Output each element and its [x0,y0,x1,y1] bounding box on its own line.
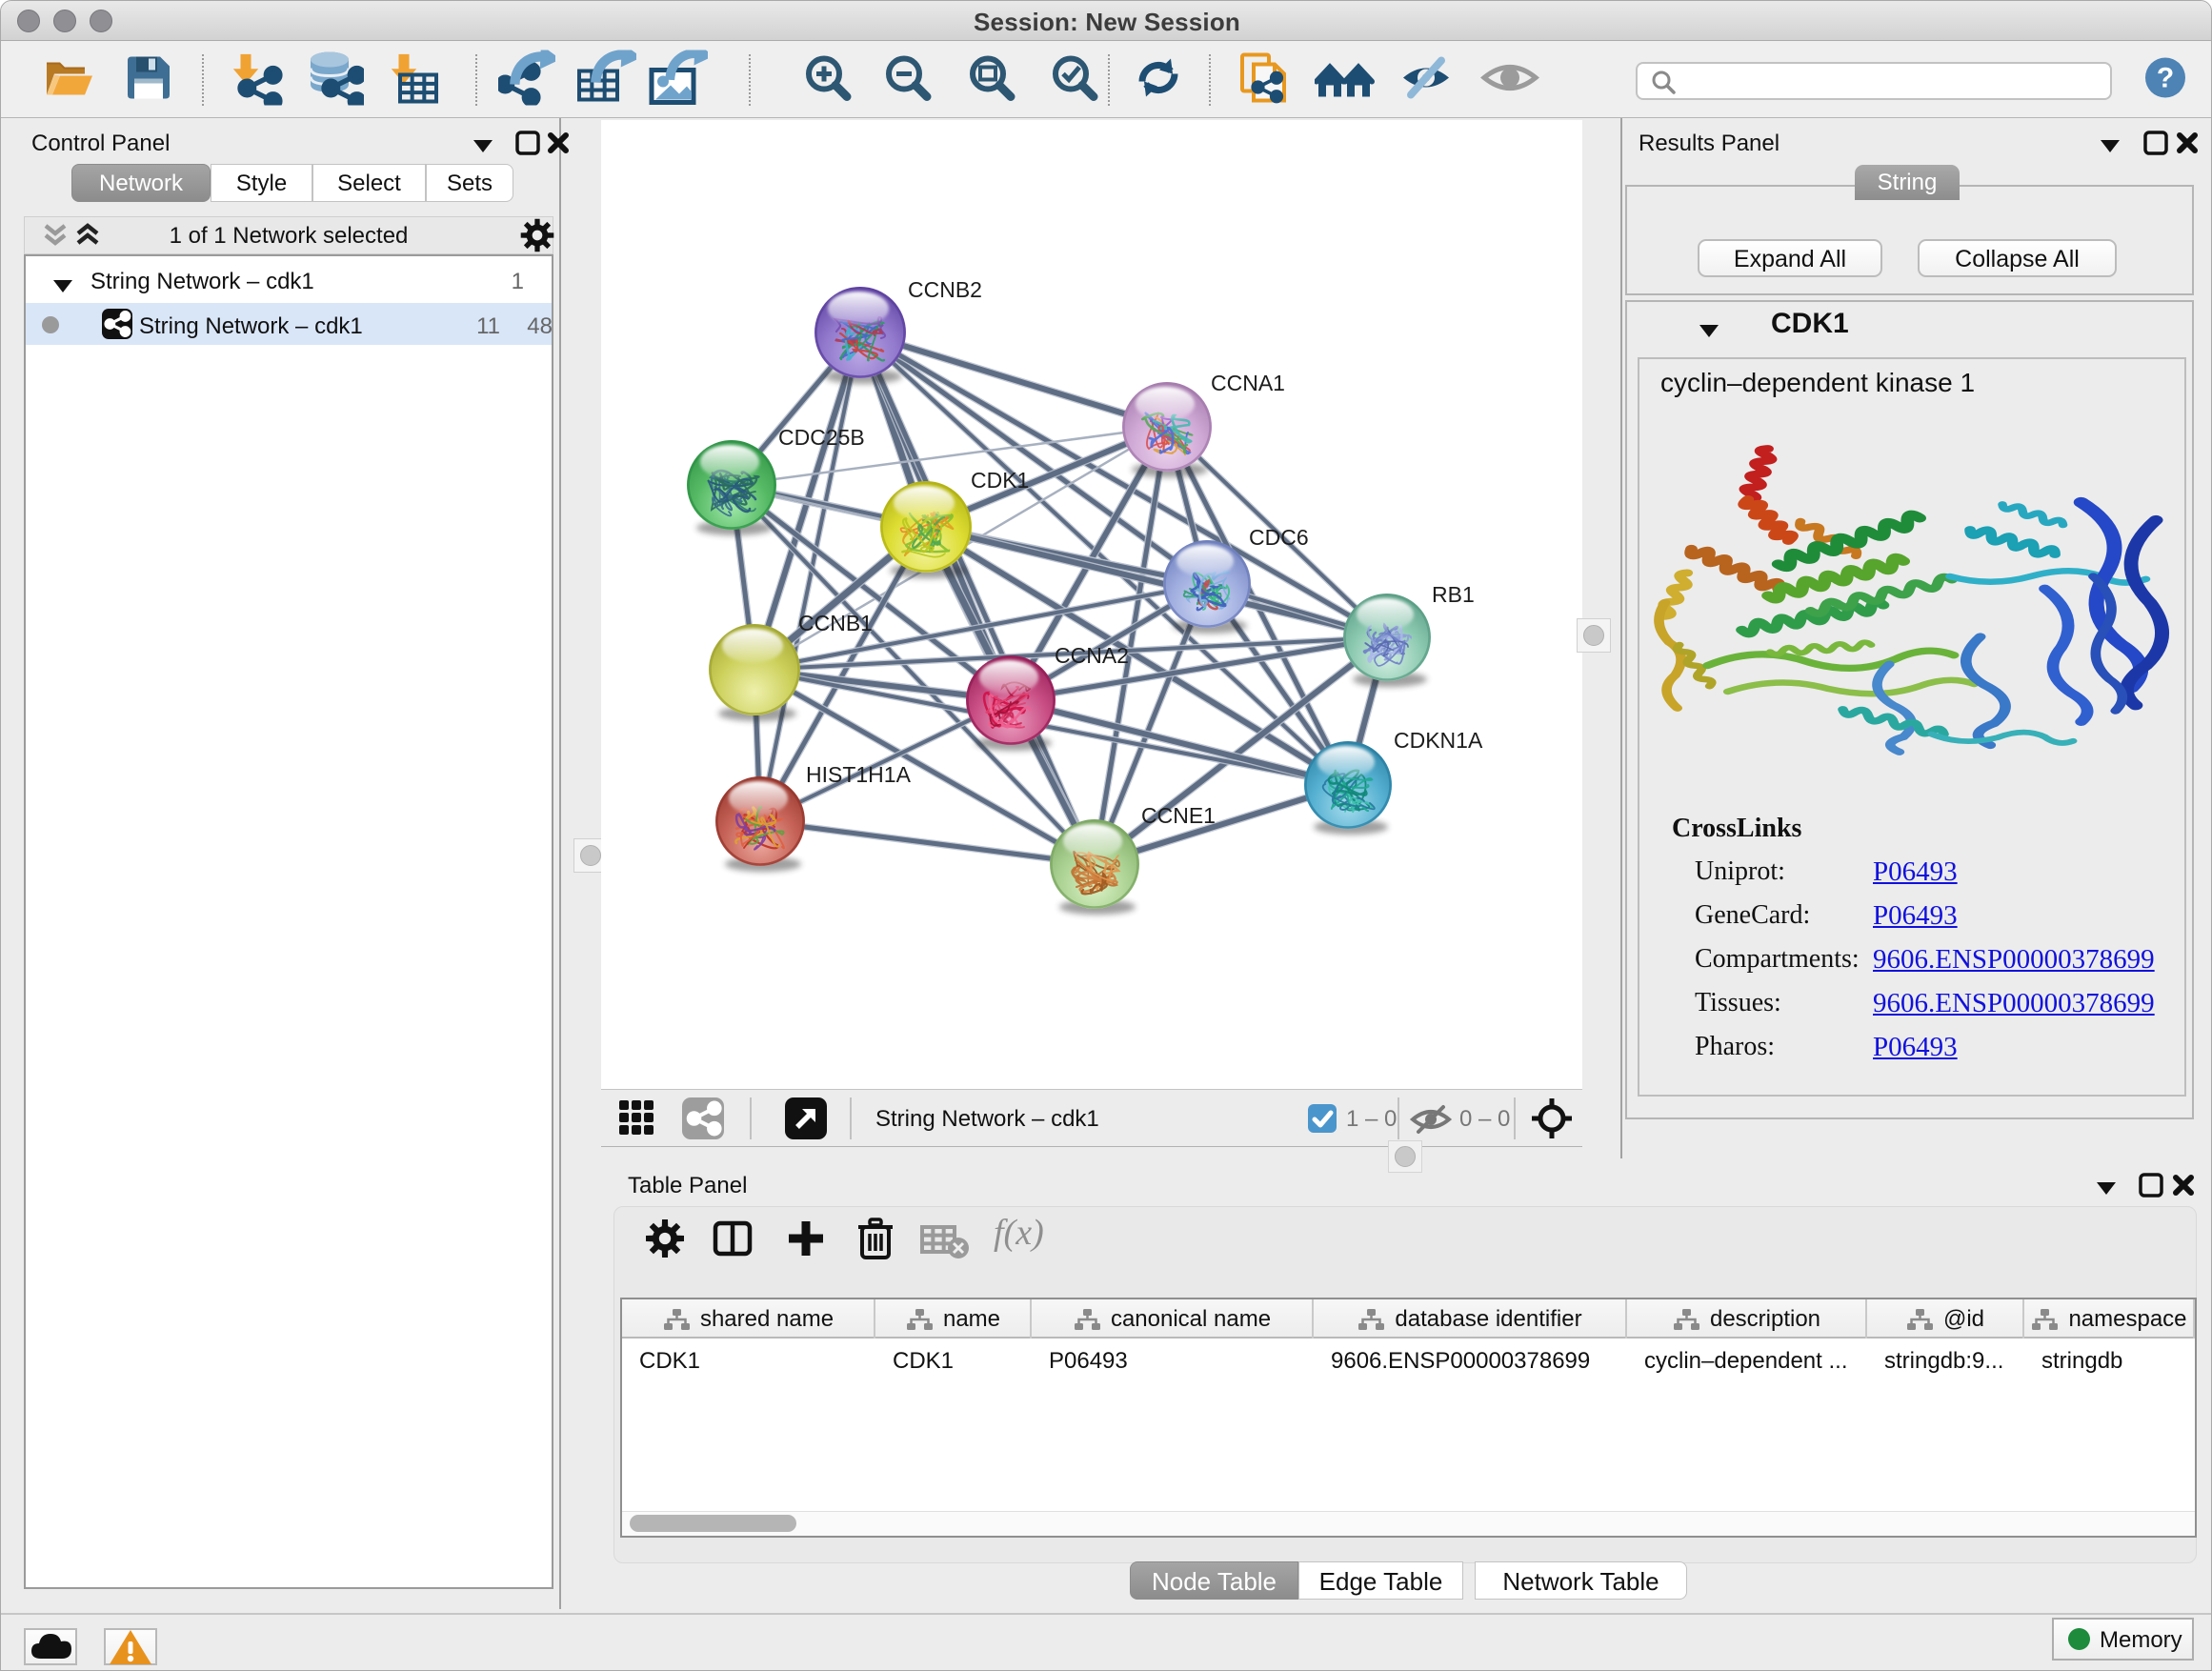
svg-text:CCNB1: CCNB1 [798,611,873,635]
svg-text:CDKN1A: CDKN1A [1394,728,1483,753]
svg-text:RB1: RB1 [1432,582,1475,607]
svg-text:CCNB2: CCNB2 [908,277,982,302]
svg-text:CCNA1: CCNA1 [1211,371,1285,395]
svg-text:?: ? [2157,63,2174,94]
svg-text:HIST1H1A: HIST1H1A [806,762,912,787]
svg-text:CDC6: CDC6 [1249,525,1309,550]
svg-text:CDC25B: CDC25B [778,425,865,450]
svg-text:CCNA2: CCNA2 [1055,643,1129,668]
svg-text:CDK1: CDK1 [971,468,1029,493]
svg-text:CCNE1: CCNE1 [1141,803,1216,828]
